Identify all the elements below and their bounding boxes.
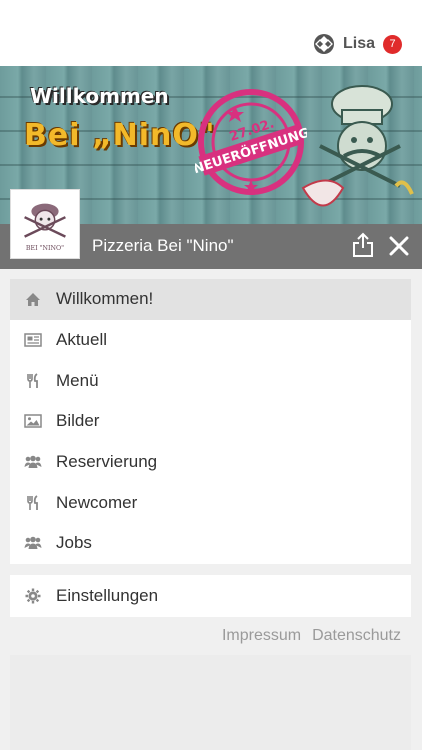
image-icon — [24, 413, 42, 429]
cutlery-icon — [24, 495, 42, 511]
menu-item-bilder[interactable]: Bilder — [10, 401, 411, 442]
close-icon[interactable] — [389, 236, 409, 256]
logo-caption: BEI "NINO" — [26, 245, 64, 252]
banner-welcome-text: Willkommen — [30, 84, 169, 108]
notification-badge[interactable]: 7 — [383, 34, 402, 54]
footer-links: Impressum Datenschutz — [222, 627, 401, 645]
empty-content-area — [10, 655, 411, 750]
menu-item-label: Aktuell — [56, 330, 108, 350]
settings-panel: Einstellungen — [10, 575, 411, 617]
menu-item-menue[interactable]: Menü — [10, 360, 411, 401]
newspaper-icon — [24, 332, 42, 348]
menu-item-newcomer[interactable]: Newcomer — [10, 482, 411, 523]
user-account-button[interactable]: Lisa 7 — [313, 32, 402, 56]
banner-name-text: Bei „NinO" — [24, 118, 216, 153]
opening-stamp: 27.02. NEUERÖFFNUNG — [195, 89, 307, 195]
top-bar: Lisa 7 — [0, 0, 422, 66]
chef-illustration — [301, 85, 414, 207]
menu-item-jobs[interactable]: Jobs — [10, 523, 411, 564]
impressum-link[interactable]: Impressum — [222, 627, 301, 645]
menu-item-label: Bilder — [56, 411, 100, 431]
account-icon — [313, 34, 334, 54]
home-icon — [24, 291, 42, 307]
cutlery-icon — [24, 372, 42, 389]
menu-item-einstellungen[interactable]: Einstellungen — [10, 575, 411, 617]
menu-item-aktuell[interactable]: Aktuell — [10, 320, 411, 361]
menu-item-willkommen[interactable]: Willkommen! — [10, 279, 411, 320]
shop-logo: BEI "NINO" — [10, 189, 80, 259]
menu-item-label: Menü — [56, 370, 99, 390]
users-icon — [24, 454, 42, 470]
users-icon — [24, 535, 42, 551]
menu-item-label: Newcomer — [56, 492, 138, 512]
menu-item-label: Reservierung — [56, 452, 158, 472]
user-name: Lisa — [342, 35, 375, 52]
gear-icon — [24, 588, 42, 604]
menu-item-reservierung[interactable]: Reservierung — [10, 442, 411, 483]
datenschutz-link[interactable]: Datenschutz — [312, 627, 401, 645]
settings-label: Einstellungen — [56, 586, 159, 605]
menu-item-label: Jobs — [56, 533, 92, 553]
menu-item-label: Willkommen! — [56, 289, 154, 309]
shop-name: Pizzeria Bei "Nino" — [92, 236, 234, 255]
share-icon[interactable] — [352, 232, 374, 258]
navigation-menu: Willkommen! Aktuell Menü Bilder Reservie… — [10, 279, 411, 564]
